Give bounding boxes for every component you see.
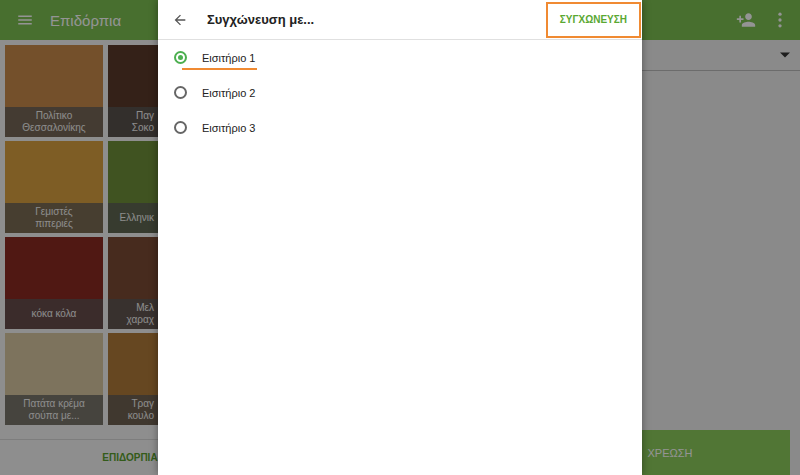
merge-button[interactable]: ΣΥΓΧΩΝΕΥΣΗ [546,2,641,38]
ticket-list: Εισιτήριο 1 Εισιτήριο 2 Εισιτήριο 3 [158,40,642,145]
option-label: Εισιτήριο 2 [202,87,255,99]
option-label: Εισιτήριο 3 [202,122,255,134]
radio-button[interactable] [174,121,187,134]
option-label: Εισιτήριο 1 [202,52,255,64]
radio-button[interactable] [174,51,187,64]
highlight-underline [182,68,257,70]
dialog-header: Συγχώνευση με... ΣΥΓΧΩΝΕΥΣΗ [158,0,642,40]
ticket-option[interactable]: Εισιτήριο 2 [158,75,642,110]
back-arrow-icon[interactable] [172,12,188,28]
ticket-option[interactable]: Εισιτήριο 1 [158,40,642,75]
ticket-option[interactable]: Εισιτήριο 3 [158,110,642,145]
dialog-title: Συγχώνευση με... [207,12,314,27]
pos-app: ΕπιδόρπιαΠολίτικοΘεσσαλονίκηςΠαγΣοκοΓεμι… [0,0,800,475]
radio-button[interactable] [174,86,187,99]
merge-dialog: Συγχώνευση με...ΣΥΓΧΩΝΕΥΣΗΕισιτήριο 1 Ει… [158,0,642,475]
